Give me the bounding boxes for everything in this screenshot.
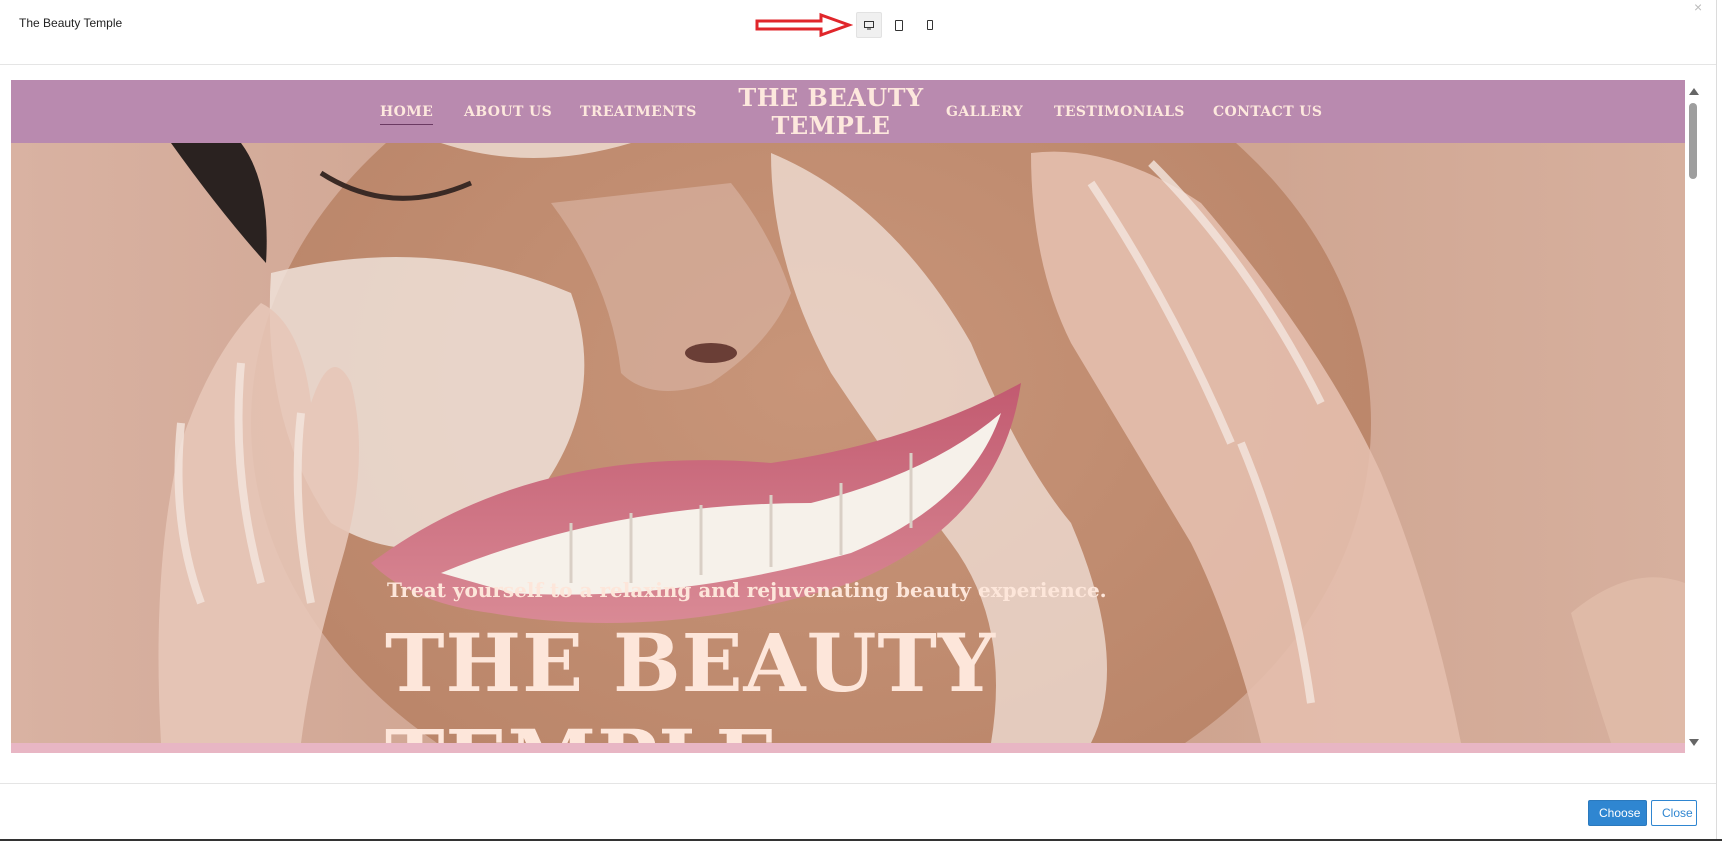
modal-right-border xyxy=(1716,0,1717,841)
site-navbar: HOME ABOUT US TREATMENTS THE BEAUTY TEMP… xyxy=(11,80,1685,143)
scrollbar-thumb[interactable] xyxy=(1689,103,1697,179)
modal-close-icon[interactable]: × xyxy=(1694,0,1702,15)
site-brand-logo[interactable]: THE BEAUTY TEMPLE xyxy=(711,84,951,140)
hero-bottom-strip xyxy=(11,743,1685,753)
hero-title: THE BEAUTY TEMPLE xyxy=(385,616,997,743)
preview-scrollbar[interactable] xyxy=(1685,80,1702,753)
hero-tagline: Treat yourself to a relaxing and rejuven… xyxy=(387,578,1107,602)
choose-button[interactable]: Choose xyxy=(1588,800,1647,826)
desktop-icon xyxy=(864,20,874,29)
nav-item-treatments[interactable]: TREATMENTS xyxy=(580,104,697,120)
tablet-icon xyxy=(895,19,903,31)
nav-item-gallery[interactable]: GALLERY xyxy=(946,104,1023,120)
scroll-up-icon[interactable] xyxy=(1689,88,1699,95)
scroll-down-icon[interactable] xyxy=(1689,739,1699,746)
template-preview-modal: The Beauty Temple × HOME ABOUT US TREATM… xyxy=(0,0,1722,841)
modal-footer: Choose Close xyxy=(0,783,1716,842)
nav-item-about-us[interactable]: ABOUT US xyxy=(464,104,552,120)
modal-header: The Beauty Temple × xyxy=(0,0,1716,65)
desktop-view-button[interactable] xyxy=(856,12,882,38)
site-preview-frame: HOME ABOUT US TREATMENTS THE BEAUTY TEMP… xyxy=(11,80,1685,753)
red-arrow-icon xyxy=(755,12,853,38)
close-button[interactable]: Close xyxy=(1651,800,1697,826)
mobile-view-button[interactable] xyxy=(917,12,943,38)
modal-title: The Beauty Temple xyxy=(19,16,123,30)
hero-section: Treat yourself to a relaxing and rejuven… xyxy=(11,143,1685,743)
nav-item-contact-us[interactable]: CONTACT US xyxy=(1213,104,1322,120)
nav-item-home[interactable]: HOME xyxy=(380,104,434,125)
nav-item-testimonials[interactable]: TESTIMONIALS xyxy=(1054,104,1185,120)
mobile-icon xyxy=(927,20,933,30)
tablet-view-button[interactable] xyxy=(886,12,912,38)
